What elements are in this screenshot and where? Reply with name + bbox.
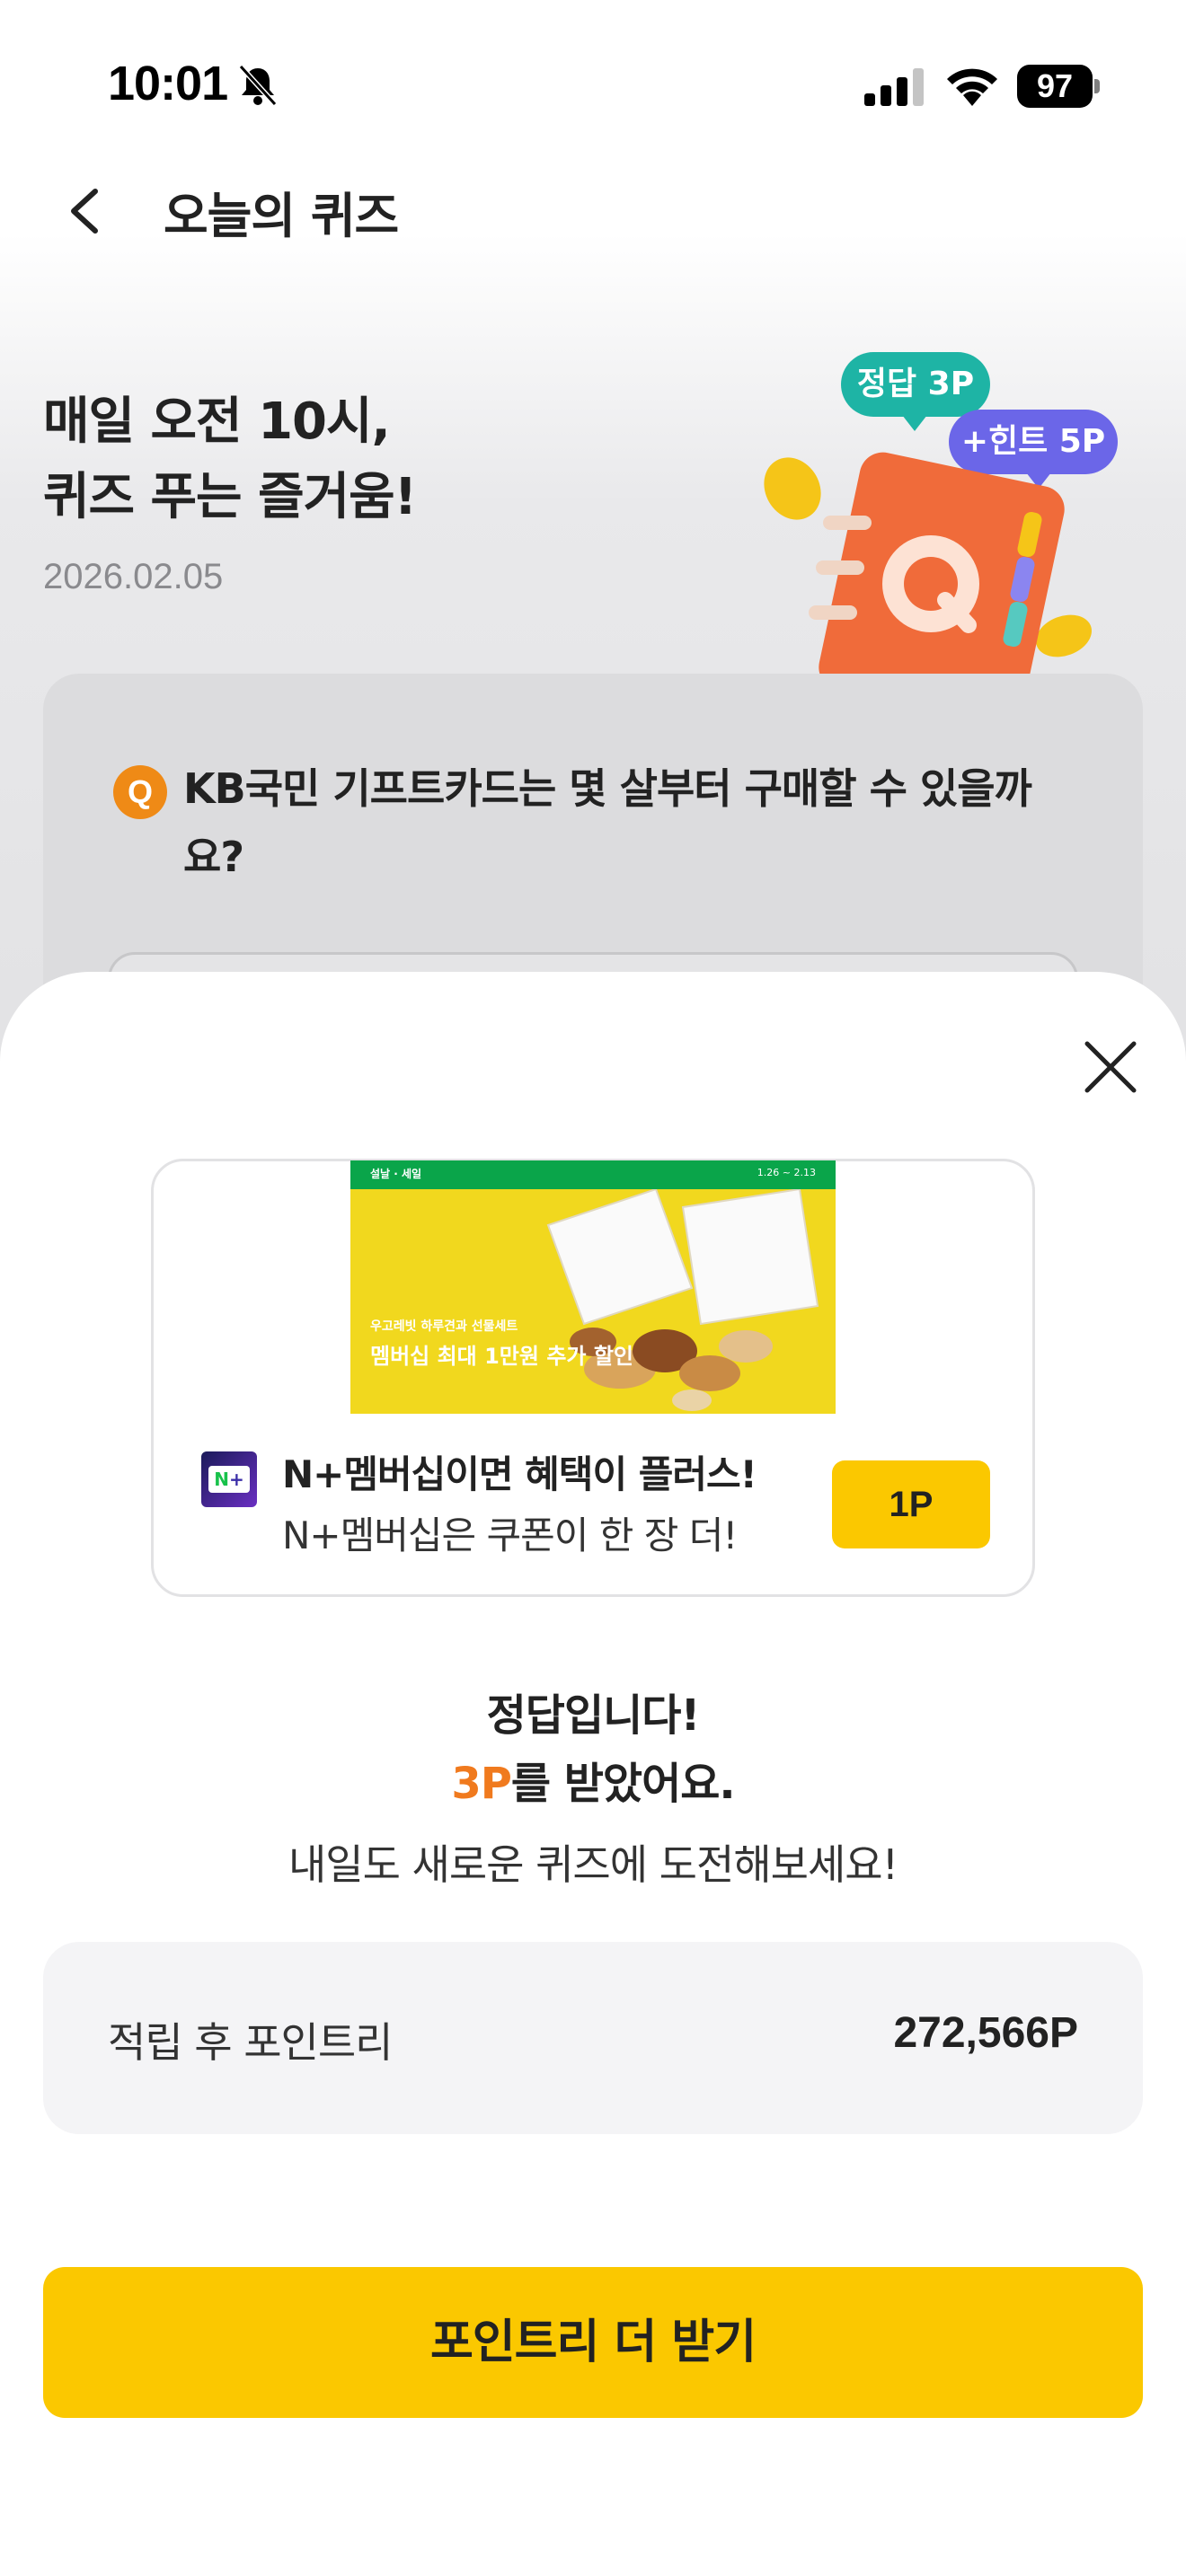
earned-points-suffix: 를 받았어요. [510, 1759, 736, 1809]
bell-off-icon [238, 64, 278, 107]
result-encourage-text: 내일도 새로운 퀴즈에 도전해보세요! [288, 1840, 898, 1889]
headline-line-1: 매일 오전 10시, [43, 393, 391, 451]
cellular-signal-icon [864, 68, 924, 106]
wifi-icon [947, 68, 997, 106]
nplus-logo-mark: N+ [208, 1466, 250, 1493]
balance-label: 적립 후 포인트리 [108, 2018, 393, 2067]
status-time: 10:01 [108, 57, 228, 110]
back-arrow-icon[interactable] [54, 175, 117, 247]
battery-indicator: 97 [1017, 65, 1100, 108]
earned-points: 3P [451, 1759, 512, 1809]
result-points-text: 3P를 받았어요. [0, 1748, 1186, 1811]
question-badge: Q [113, 765, 167, 819]
headline-line-2: 퀴즈 푸는 즐거움! [43, 468, 417, 526]
ad-point-button[interactable]: 1P [832, 1460, 990, 1548]
nplus-membership-logo: N+ [201, 1451, 257, 1507]
get-more-points-button[interactable]: 포인트리 더 받기 [43, 2267, 1143, 2418]
close-icon[interactable] [1075, 1031, 1146, 1103]
correct-points-bubble: 정답 3P [841, 352, 990, 431]
ad-title: N+멤버십이면 혜택이 플러스! [282, 1452, 757, 1496]
quiz-headline: 매일 오전 10시, 퀴즈 푸는 즐거움! [43, 384, 417, 535]
ad-banner-image[interactable]: 설날 · 세일 1.26 ~ 2.13 우고레빗 하루견과 선물세트 멤버십 최… [350, 1160, 836, 1414]
ad-banner-subtitle: 우고레빗 하루견과 선물세트 [370, 1319, 518, 1334]
result-correct-text: 정답입니다! [486, 1690, 701, 1741]
ad-banner-date: 1.26 ~ 2.13 [757, 1167, 816, 1178]
ad-banner-topbar: 설날 · 세일 1.26 ~ 2.13 [350, 1160, 836, 1189]
quiz-date: 2026.02.05 [43, 557, 224, 596]
status-bar: 10:01 97 [0, 0, 1186, 162]
question-text: KB국민 기프트카드는 몇 살부터 구매할 수 있을까요? [183, 764, 1032, 881]
ad-banner-title: 멤버십 최대 1만원 추가 할인 [370, 1344, 634, 1369]
ad-description: N+멤버십은 쿠폰이 한 장 더! [282, 1513, 738, 1557]
battery-tip [1094, 79, 1100, 93]
page-title: 오늘의 퀴즈 [164, 188, 399, 244]
balance-value: 272,566P [893, 2009, 1078, 2057]
nuts-product-image [546, 1189, 819, 1411]
battery-level: 97 [1017, 65, 1093, 108]
ad-banner-tag: 설날 · 세일 [370, 1168, 422, 1180]
